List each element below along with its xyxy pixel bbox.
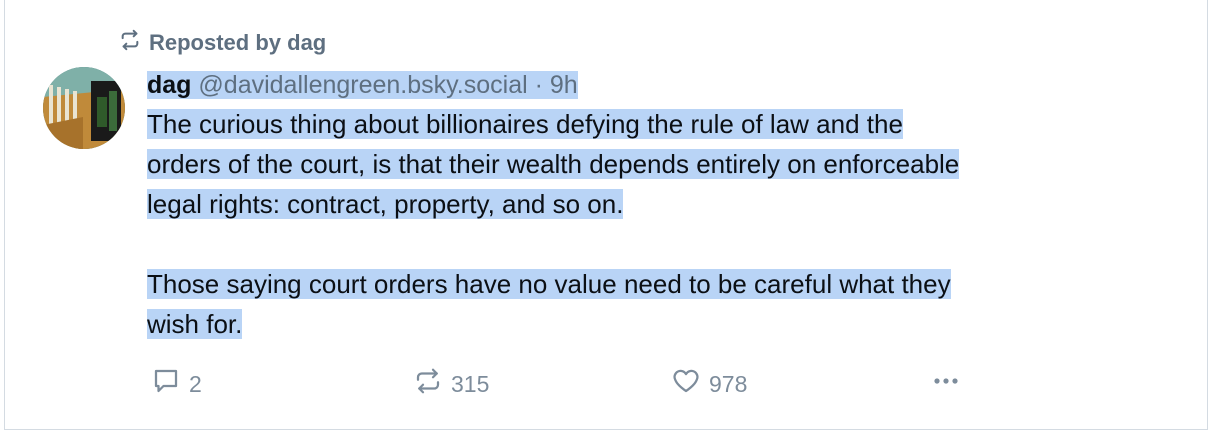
post-line: The curious thing about billionaires def… xyxy=(147,109,903,139)
repost-label: Reposted by dag xyxy=(149,30,327,55)
post-actions: 2 315 978 xyxy=(151,364,991,404)
more-options-button[interactable] xyxy=(931,364,961,404)
post-line: Those saying court orders have no value … xyxy=(147,269,951,299)
avatar[interactable] xyxy=(43,67,125,149)
repost-button[interactable]: 315 xyxy=(413,364,489,404)
heart-icon xyxy=(671,366,701,402)
repost-icon xyxy=(119,29,141,57)
like-count: 978 xyxy=(709,370,748,397)
post-line: wish for. xyxy=(147,309,243,339)
post-line: orders of the court, is that their wealt… xyxy=(147,149,960,179)
post-header: dag @davidallengreen.bsky.social · 9h xyxy=(147,66,1187,104)
author-handle[interactable]: @davidallengreen.bsky.social xyxy=(198,71,527,99)
repost-indicator[interactable]: Reposted by dag xyxy=(119,28,326,58)
post-card[interactable]: Reposted by dag dag @davidallengreen.bsk… xyxy=(4,0,1208,430)
reply-count: 2 xyxy=(189,370,202,397)
post-time[interactable]: 9h xyxy=(550,71,578,99)
post-text: The curious thing about billionaires def… xyxy=(147,104,1187,344)
post-content: dag @davidallengreen.bsky.social · 9h Th… xyxy=(147,66,1187,344)
like-button[interactable]: 978 xyxy=(671,364,747,404)
separator: · xyxy=(534,71,543,99)
reply-icon xyxy=(151,366,181,402)
post-line: legal rights: contract, property, and so… xyxy=(147,189,624,219)
repost-icon xyxy=(413,366,443,402)
more-icon xyxy=(931,366,961,402)
author-name[interactable]: dag xyxy=(147,71,191,99)
reply-button[interactable]: 2 xyxy=(151,364,202,404)
repost-count: 315 xyxy=(451,370,490,397)
